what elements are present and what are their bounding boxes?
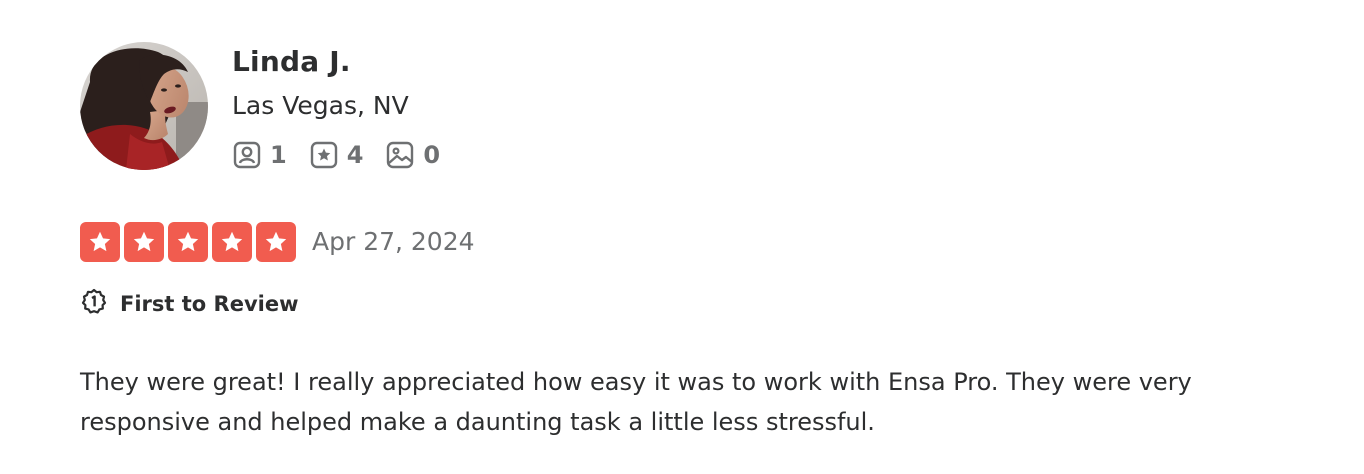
review-star-icon xyxy=(309,140,339,170)
avatar[interactable] xyxy=(80,42,208,170)
star-icon xyxy=(124,222,164,262)
badge-label: First to Review xyxy=(120,292,299,316)
first-to-review-icon xyxy=(80,288,108,320)
review-card: Linda J. Las Vegas, NV 1 4 0 Apr 27, 202… xyxy=(0,0,1364,474)
user-name[interactable]: Linda J. xyxy=(232,42,351,82)
photo-icon xyxy=(385,140,415,170)
star-icon xyxy=(212,222,252,262)
review-text: They were great! I really appreciated ho… xyxy=(80,368,1192,436)
star-icon xyxy=(80,222,120,262)
user-stats: 1 4 0 xyxy=(232,138,440,172)
friends-stat: 1 xyxy=(232,140,287,170)
reviews-count: 4 xyxy=(346,141,364,169)
star-icon xyxy=(256,222,296,262)
review-date: Apr 27, 2024 xyxy=(312,227,475,256)
friends-icon xyxy=(232,140,262,170)
star-icon xyxy=(168,222,208,262)
photos-stat: 0 xyxy=(385,140,440,170)
rating-row: Apr 27, 2024 xyxy=(80,222,475,262)
avatar-photo xyxy=(80,42,208,170)
reviews-stat: 4 xyxy=(309,140,364,170)
photos-count: 0 xyxy=(423,141,441,169)
star-rating xyxy=(80,222,296,262)
friends-count: 1 xyxy=(270,141,287,169)
user-location: Las Vegas, NV xyxy=(232,91,409,120)
first-to-review-badge: First to Review xyxy=(80,286,298,322)
